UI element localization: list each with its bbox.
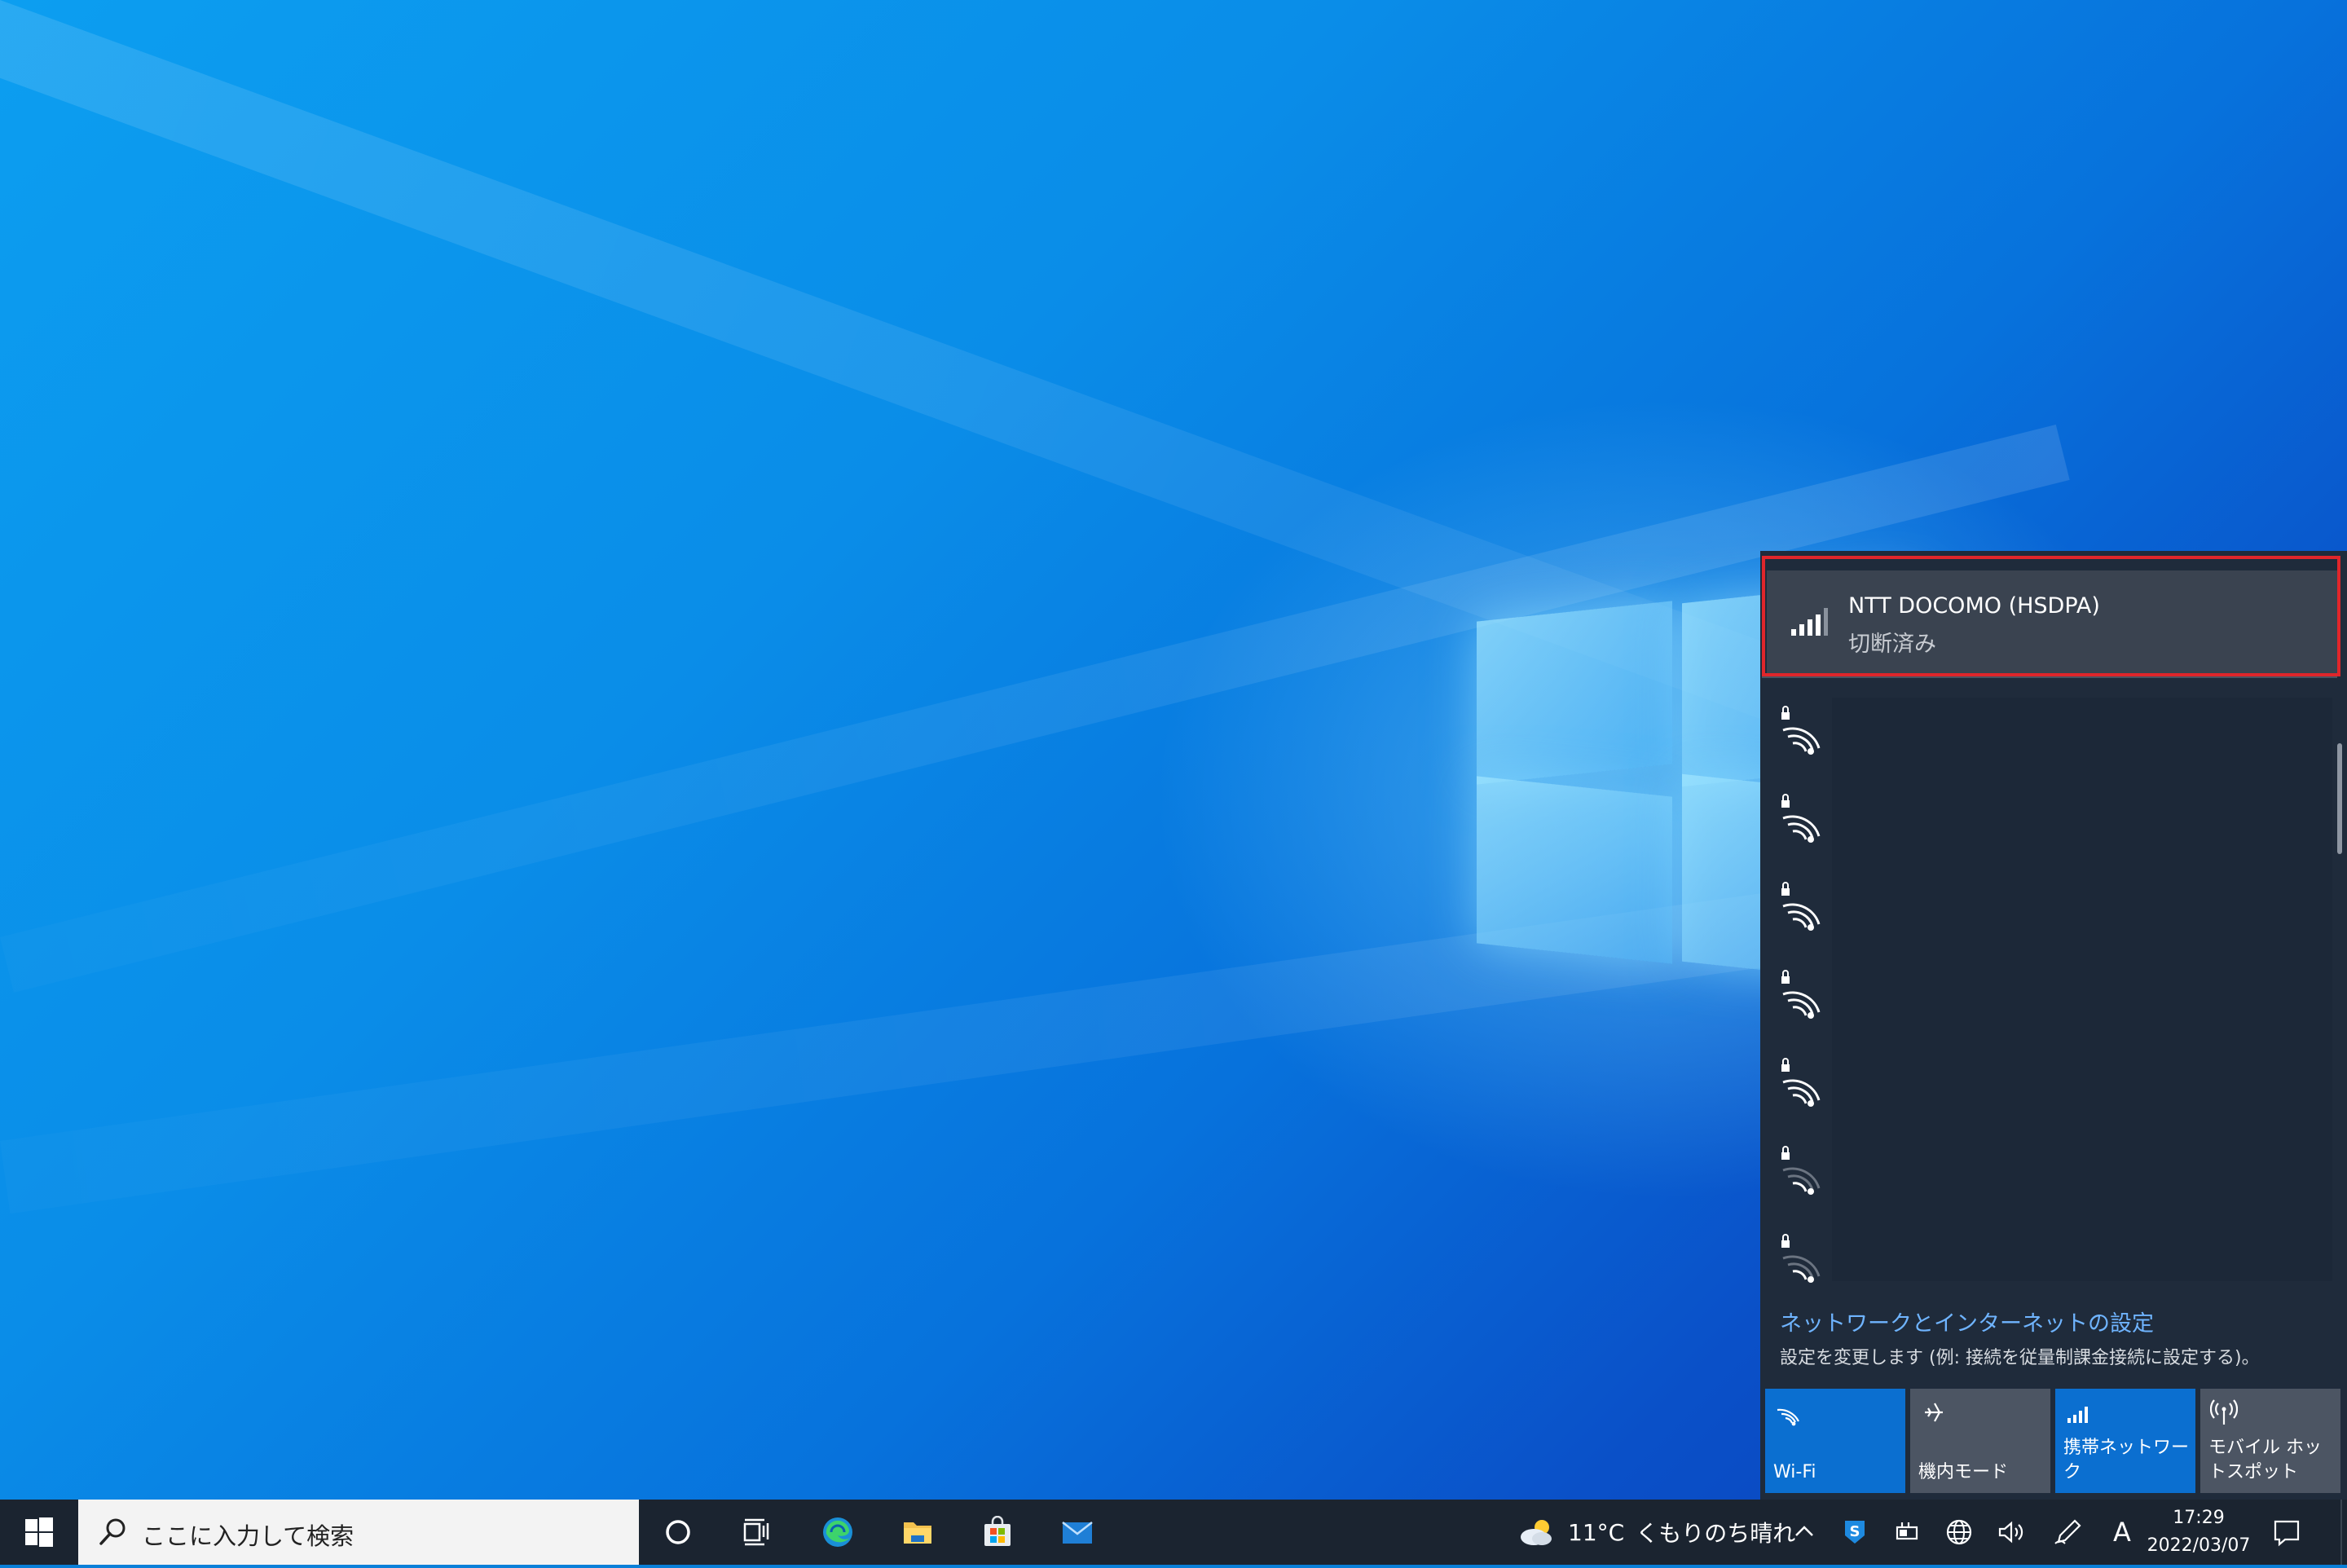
cellular-signal-icon: [1791, 608, 1828, 636]
wifi-secured-icon: [1781, 882, 1821, 931]
wifi-icon: [1777, 1408, 1799, 1426]
svg-text:S: S: [1850, 1523, 1860, 1540]
weather-temperature: 11°C: [1568, 1518, 1625, 1546]
partly-cloudy-icon: [1521, 1520, 1552, 1545]
cellular-network-name: NTT DOCOMO (HSDPA): [1848, 593, 2100, 619]
network-settings-description: 設定を変更します (例: 接続を従量制課金接続に設定する)。: [1780, 1348, 2260, 1368]
file-explorer-icon: [904, 1522, 931, 1544]
search-placeholder: ここに入力して検索: [142, 1522, 354, 1550]
quick-action-wifi[interactable]: Wi-Fi: [1765, 1389, 1905, 1493]
airplane-icon: [1925, 1403, 1943, 1422]
quick-action-mobile-hotspot[interactable]: モバイル ホットスポット: [2200, 1389, 2340, 1493]
quick-action-label: 携帯ネットワーク: [2063, 1438, 2190, 1482]
taskbar: ここに入力して検索 11°C くもりのち晴れ S A 17:29 2022/03…: [0, 1500, 2347, 1565]
mail-icon: [1062, 1522, 1093, 1544]
cellular-icon: [2067, 1407, 2088, 1423]
wifi-secured-icon: [1781, 706, 1821, 755]
taskbar-clock[interactable]: 17:29 2022/03/07: [2143, 1504, 2254, 1560]
weather-widget[interactable]: 11°C くもりのち晴れ: [1517, 1516, 1795, 1548]
pen-workspace-icon[interactable]: [2052, 1516, 2085, 1548]
cortana-icon: [666, 1520, 690, 1544]
quick-action-label: Wi-Fi: [1773, 1462, 1816, 1482]
wifi-secured-icon: [1781, 970, 1821, 1019]
network-flyout: NTT DOCOMO (HSDPA) 切断済み ネットワークとインターネットの設…: [1760, 551, 2347, 1500]
taskbar-search-box[interactable]: ここに入力して検索: [78, 1500, 639, 1565]
wifi-network-item[interactable]: [1778, 706, 1822, 756]
edge-icon: [823, 1517, 852, 1547]
divider: [1762, 676, 2337, 678]
show-hidden-icons-chevron-icon[interactable]: [1788, 1516, 1821, 1548]
network-globe-icon[interactable]: [1943, 1516, 1975, 1548]
wifi-network-item[interactable]: [1778, 1146, 1822, 1196]
scrollbar[interactable]: [2337, 743, 2342, 854]
quick-action-label: 機内モード: [1918, 1462, 2009, 1482]
volume-icon[interactable]: [1995, 1516, 2028, 1548]
show-desktop-button[interactable]: [2340, 1500, 2342, 1565]
battery-charging-icon[interactable]: [1891, 1516, 1923, 1548]
clock-time: 17:29: [2173, 1508, 2225, 1528]
clock-date: 2022/03/07: [2147, 1535, 2251, 1556]
quick-action-label: モバイル ホットスポット: [2208, 1438, 2322, 1482]
wifi-list-panel: [1832, 698, 2332, 1281]
task-view-icon: [743, 1518, 769, 1546]
security-app-icon[interactable]: S: [1838, 1516, 1871, 1548]
store-icon: [984, 1516, 1011, 1546]
cellular-network-status: 切断済み: [1848, 632, 1936, 657]
wifi-network-item[interactable]: [1778, 882, 1822, 932]
ime-mode-indicator[interactable]: A: [2106, 1516, 2138, 1548]
windows-start-icon: [25, 1517, 53, 1547]
start-button[interactable]: [0, 1500, 78, 1565]
cortana-button[interactable]: [639, 1500, 717, 1565]
edge-taskbar-button[interactable]: [799, 1500, 877, 1565]
wifi-secured-icon: [1781, 1234, 1821, 1283]
mail-taskbar-button[interactable]: [1038, 1500, 1116, 1565]
wifi-secured-icon: [1781, 1146, 1821, 1195]
quick-action-cellular[interactable]: 携帯ネットワーク: [2055, 1389, 2195, 1493]
file-explorer-taskbar-button[interactable]: [878, 1500, 957, 1565]
task-view-button[interactable]: [717, 1500, 795, 1565]
cellular-network-item[interactable]: NTT DOCOMO (HSDPA) 切断済み: [1767, 570, 2339, 673]
wifi-network-item[interactable]: [1778, 794, 1822, 844]
network-settings-link[interactable]: ネットワークとインターネットの設定: [1780, 1306, 2154, 1337]
wifi-secured-icon: [1781, 1058, 1821, 1107]
wifi-secured-icon: [1781, 794, 1821, 843]
wifi-network-item[interactable]: [1778, 1058, 1822, 1108]
weather-condition: くもりのち晴れ: [1636, 1520, 1796, 1547]
action-center-notification-icon[interactable]: [2270, 1516, 2303, 1548]
store-taskbar-button[interactable]: [958, 1500, 1037, 1565]
wifi-network-item[interactable]: [1778, 1234, 1822, 1284]
quick-action-airplane-mode[interactable]: 機内モード: [1910, 1389, 2050, 1493]
hotspot-icon: [2210, 1399, 2238, 1425]
wifi-network-item[interactable]: [1778, 970, 1822, 1020]
search-icon: [99, 1518, 125, 1545]
